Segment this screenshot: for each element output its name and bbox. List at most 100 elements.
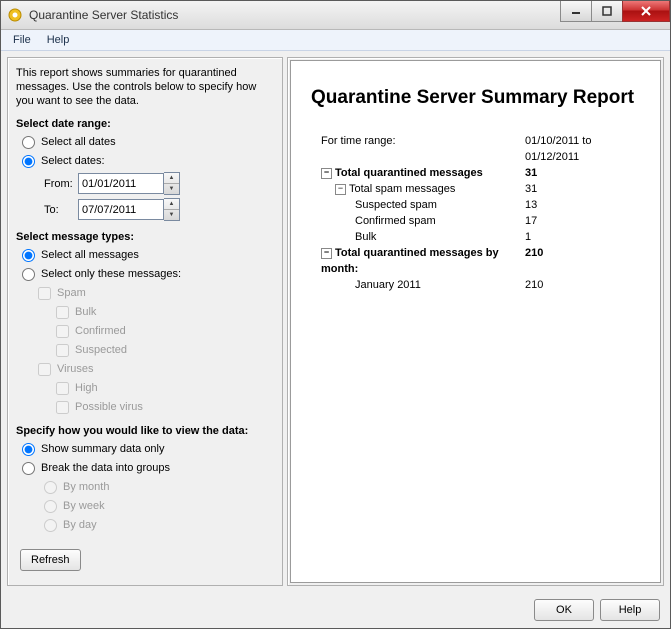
spinner-up-icon[interactable]: ▲ [164,173,179,184]
spinner-up-icon[interactable]: ▲ [164,199,179,210]
bymonth-value: 210 [525,245,640,277]
intro-text: This report shows summaries for quaranti… [16,66,274,108]
report-title: Quarantine Server Summary Report [311,87,640,109]
from-date-row: From: ▲▼ [44,172,274,195]
report-table: For time range: 01/10/2011 to 01/12/2011… [311,133,640,293]
opt-all-messages[interactable]: Select all messages [22,247,274,263]
content-area: This report shows summaries for quaranti… [1,51,670,592]
menubar: File Help [1,30,670,51]
spam-value: 31 [525,181,640,197]
chk-confirmed-row: Confirmed [56,323,274,339]
to-label: To: [44,204,78,216]
label-all-messages: Select all messages [41,247,139,263]
to-date-input[interactable] [78,199,164,220]
to-date-spinner[interactable]: ▲▼ [164,198,180,221]
window-controls [561,1,670,29]
from-date-input[interactable] [78,173,164,194]
radio-only-messages[interactable] [22,268,35,281]
dialog-footer: OK Help [1,592,670,628]
close-button[interactable] [622,1,670,22]
label-viruses: Viruses [57,361,93,377]
spinner-down-icon[interactable]: ▼ [164,210,179,220]
label-all-dates: Select all dates [41,134,116,150]
label-summary: Show summary data only [41,441,165,457]
label-by-day: By day [63,517,97,533]
radio-all-messages[interactable] [22,249,35,262]
spam-label: Total spam messages [349,183,455,195]
collapse-icon[interactable]: − [321,248,332,259]
opt-by-day: By day [44,517,274,533]
month1-label: January 2011 [311,277,525,293]
label-possible: Possible virus [75,399,143,415]
titlebar[interactable]: Quarantine Server Statistics [1,1,670,30]
chk-suspected [56,344,69,357]
radio-all-dates[interactable] [22,136,35,149]
report-viewport[interactable]: Quarantine Server Summary Report For tim… [290,60,661,583]
app-icon [7,7,23,23]
date-range-heading: Select date range: [16,118,274,130]
label-only-messages: Select only these messages: [41,266,181,282]
chk-viruses [38,363,51,376]
label-confirmed: Confirmed [75,323,126,339]
spam-row: −Total spam messages [311,181,525,197]
radio-by-month [44,481,57,494]
chk-high-row: High [56,380,274,396]
help-button[interactable]: Help [600,599,660,621]
menu-help[interactable]: Help [39,32,78,48]
spinner-down-icon[interactable]: ▼ [164,184,179,194]
label-by-week: By week [63,498,105,514]
refresh-button[interactable]: Refresh [20,549,81,571]
chk-suspected-row: Suspected [56,342,274,358]
label-groups: Break the data into groups [41,460,170,476]
chk-bulk-row: Bulk [56,304,274,320]
opt-select-dates[interactable]: Select dates: [22,153,274,169]
app-window: Quarantine Server Statistics File Help T… [0,0,671,629]
menu-file[interactable]: File [5,32,39,48]
opt-only-messages[interactable]: Select only these messages: [22,266,274,282]
from-label: From: [44,178,78,190]
chk-confirmed [56,325,69,338]
from-date-spinner[interactable]: ▲▼ [164,172,180,195]
confirmed-label: Confirmed spam [311,213,525,229]
to-date-row: To: ▲▼ [44,198,274,221]
suspected-label: Suspected spam [311,197,525,213]
time-range-label: For time range: [311,133,525,165]
msg-types-heading: Select message types: [16,231,274,243]
radio-summary[interactable] [22,443,35,456]
bulk-value: 1 [525,229,640,245]
suspected-value: 13 [525,197,640,213]
label-suspected: Suspected [75,342,127,358]
window-title: Quarantine Server Statistics [29,8,561,22]
chk-spam [38,287,51,300]
radio-select-dates[interactable] [22,155,35,168]
collapse-icon[interactable]: − [335,184,346,195]
collapse-icon[interactable]: − [321,168,332,179]
report-panel: Quarantine Server Summary Report For tim… [287,57,664,586]
opt-summary[interactable]: Show summary data only [22,441,274,457]
view-heading: Specify how you would like to view the d… [16,425,274,437]
radio-by-day [44,519,57,532]
radio-by-week [44,500,57,513]
bymonth-label: Total quarantined messages by month: [321,247,499,275]
maximize-button[interactable] [591,1,623,22]
opt-by-month: By month [44,479,274,495]
radio-groups[interactable] [22,462,35,475]
label-spam: Spam [57,285,86,301]
ok-button[interactable]: OK [534,599,594,621]
label-select-dates: Select dates: [41,153,105,169]
opt-groups[interactable]: Break the data into groups [22,460,274,476]
total-row: −Total quarantined messages [311,165,525,181]
label-high: High [75,380,98,396]
month1-value: 210 [525,277,640,293]
chk-bulk [56,306,69,319]
opt-select-all-dates[interactable]: Select all dates [22,134,274,150]
total-label: Total quarantined messages [335,167,483,179]
chk-high [56,382,69,395]
refresh-wrap: Refresh [20,549,274,571]
chk-possible-row: Possible virus [56,399,274,415]
minimize-button[interactable] [560,1,592,22]
total-value: 31 [525,165,640,181]
opt-by-week: By week [44,498,274,514]
chk-possible [56,401,69,414]
controls-panel: This report shows summaries for quaranti… [7,57,283,586]
